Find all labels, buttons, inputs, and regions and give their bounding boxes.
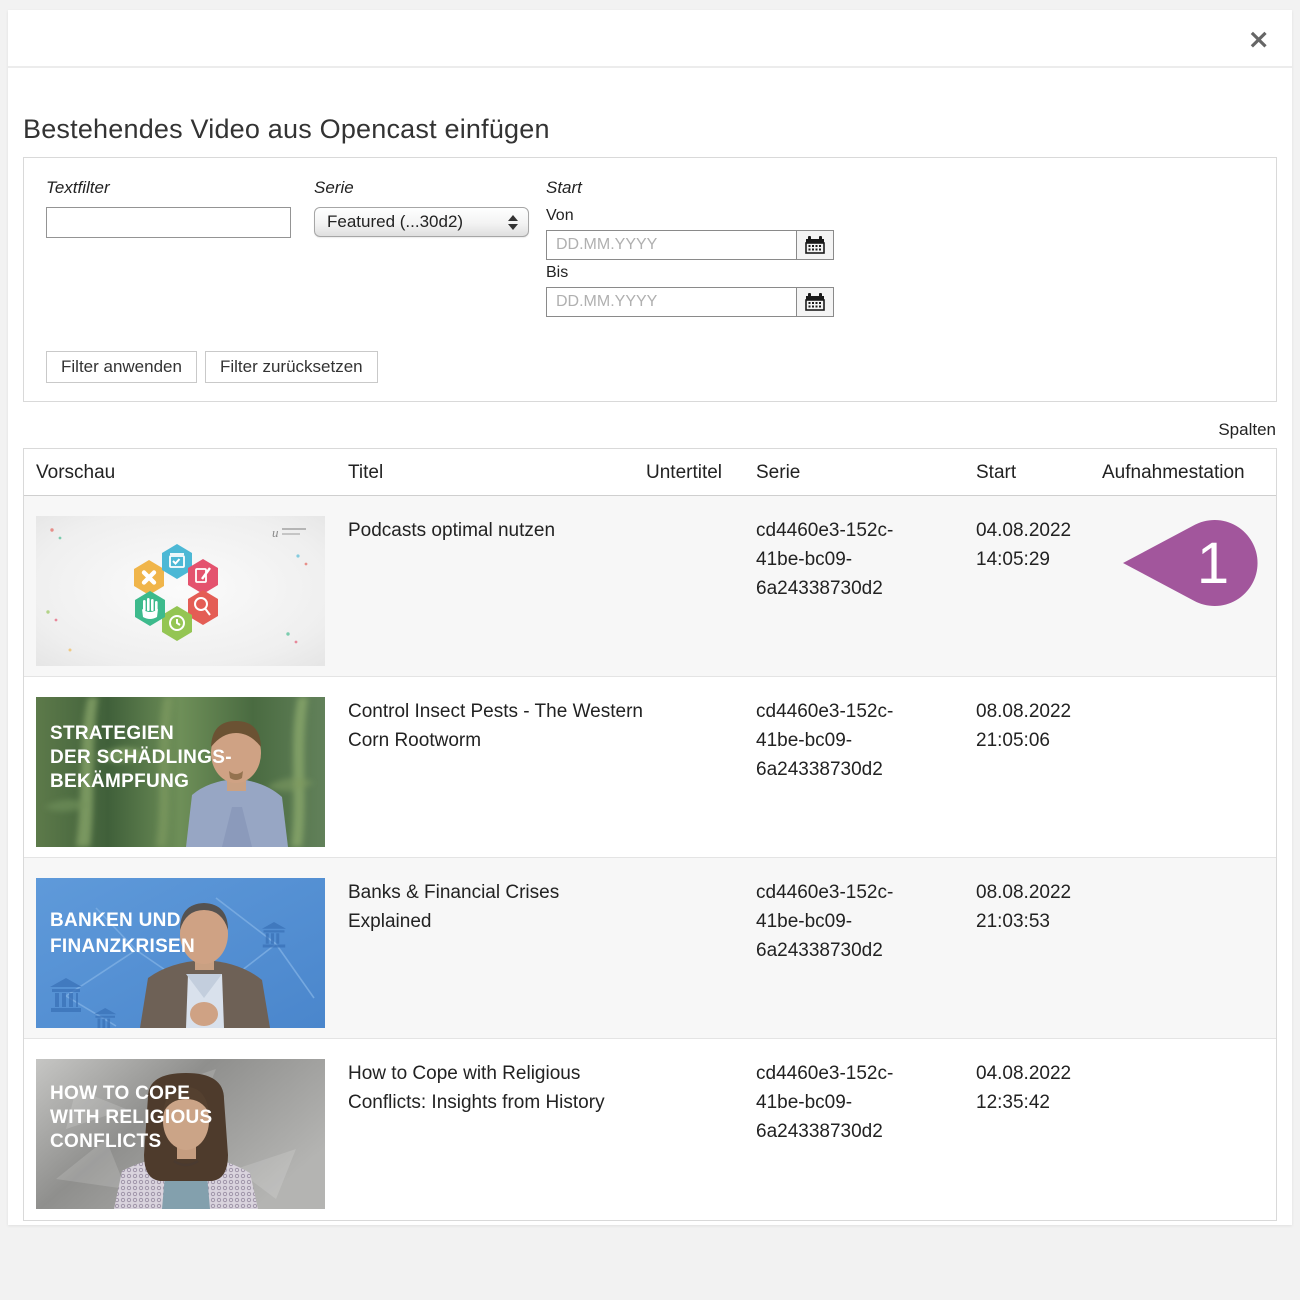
von-label: Von [546,207,866,225]
serie-select[interactable]: Featured (...30d2) [314,207,529,237]
titel-cell: Podcasts optimal nutzen [348,516,646,666]
table-header-row: Vorschau Titel Untertitel Serie Start Au… [24,449,1276,496]
serie-cell: cd4460e3-152c-41be-bc09-6a24338730d2 [756,697,976,847]
untertitel-cell [646,1059,756,1210]
untertitel-cell [646,878,756,1028]
table-row[interactable]: HOW TO COPE WITH RELIGIOUS CONFLICTS How… [24,1039,1276,1220]
start-filter-label: Start [546,178,866,198]
aufnahmestation-cell [1102,1059,1276,1210]
svg-text:DER SCHÄDLINGS-: DER SCHÄDLINGS- [50,747,232,768]
titel-cell: Control Insect Pests - The Western Corn … [348,697,646,847]
video-thumbnail: STRATEGIEN DER SCHÄDLINGS- BEKÄMPFUNG [36,697,325,847]
video-thumbnail: u [36,516,325,666]
vorschau-cell: STRATEGIEN DER SCHÄDLINGS- BEKÄMPFUNG [36,697,348,847]
untertitel-cell [646,697,756,847]
video-table: Vorschau Titel Untertitel Serie Start Au… [23,448,1277,1221]
filter-apply-button[interactable]: Filter anwenden [46,351,197,383]
insert-opencast-video-modal: × Bestehendes Video aus Opencast einfüge… [8,10,1292,1225]
column-header-start: Start [976,458,1102,487]
table-row[interactable]: STRATEGIEN DER SCHÄDLINGS- BEKÄMPFUNG Co… [24,677,1276,858]
svg-text:CONFLICTS: CONFLICTS [50,1131,161,1152]
svg-text:u: u [272,525,279,540]
svg-text:BEKÄMPFUNG: BEKÄMPFUNG [50,771,189,792]
svg-text:BANKEN UND: BANKEN UND [50,910,181,931]
modal-body: Bestehendes Video aus Opencast einfügen … [8,114,1292,1221]
column-header-aufnahmestation: Aufnahmestation [1102,458,1276,487]
titel-cell: Banks & Financial Crises Explained [348,878,646,1028]
bis-datepicker-button[interactable] [796,287,834,317]
page-title: Bestehendes Video aus Opencast einfügen [23,114,1277,145]
video-thumbnail: HOW TO COPE WITH RELIGIOUS CONFLICTS [36,1059,325,1209]
textfilter-label: Textfilter [46,178,314,198]
start-cell: 08.08.2022 21:05:06 [976,697,1102,847]
von-datepicker-button[interactable] [796,230,834,260]
serie-cell: cd4460e3-152c-41be-bc09-6a24338730d2 [756,516,976,666]
calendar-icon [805,236,825,254]
serie-cell: cd4460e3-152c-41be-bc09-6a24338730d2 [756,878,976,1028]
svg-text:STRATEGIEN: STRATEGIEN [50,723,174,744]
modal-header: × [8,10,1292,68]
start-cell: 08.08.2022 21:03:53 [976,878,1102,1028]
columns-toggle[interactable]: Spalten [1218,420,1276,439]
von-date-input[interactable] [546,230,796,260]
serie-cell: cd4460e3-152c-41be-bc09-6a24338730d2 [756,1059,976,1210]
calendar-icon [805,293,825,311]
aufnahmestation-cell [1102,697,1276,847]
column-header-titel: Titel [348,458,646,487]
svg-text:HOW TO COPE: HOW TO COPE [50,1083,190,1104]
table-row[interactable]: u [24,496,1276,677]
bis-label: Bis [546,264,866,282]
serie-select-value: Featured (...30d2) [327,212,508,232]
start-cell: 04.08.2022 12:35:42 [976,1059,1102,1210]
vorschau-cell: BANKEN UND FINANZKRISEN [36,878,348,1028]
video-thumbnail: BANKEN UND FINANZKRISEN [36,878,325,1028]
filter-panel: Textfilter Serie Featured (...30d2) Star… [23,157,1277,402]
table-row[interactable]: BANKEN UND FINANZKRISEN Banks & Financia… [24,858,1276,1039]
column-header-untertitel: Untertitel [646,458,756,487]
vorschau-cell: HOW TO COPE WITH RELIGIOUS CONFLICTS [36,1059,348,1210]
column-header-vorschau: Vorschau [36,458,348,487]
bis-date-input[interactable] [546,287,796,317]
filter-reset-button[interactable]: Filter zurücksetzen [205,351,378,383]
vorschau-cell: u [36,516,348,666]
aufnahmestation-cell [1102,878,1276,1028]
select-spinner-arrows-icon [508,215,518,230]
svg-text:FINANZKRISEN: FINANZKRISEN [50,936,195,957]
textfilter-input[interactable] [46,207,291,238]
serie-label: Serie [314,178,546,198]
titel-cell: How to Cope with Religious Conflicts: In… [348,1059,646,1210]
aufnahmestation-cell [1102,516,1276,666]
start-cell: 04.08.2022 14:05:29 [976,516,1102,666]
untertitel-cell [646,516,756,666]
column-header-serie: Serie [756,458,976,487]
svg-text:WITH RELIGIOUS: WITH RELIGIOUS [50,1107,213,1128]
close-icon[interactable]: × [1247,26,1270,53]
